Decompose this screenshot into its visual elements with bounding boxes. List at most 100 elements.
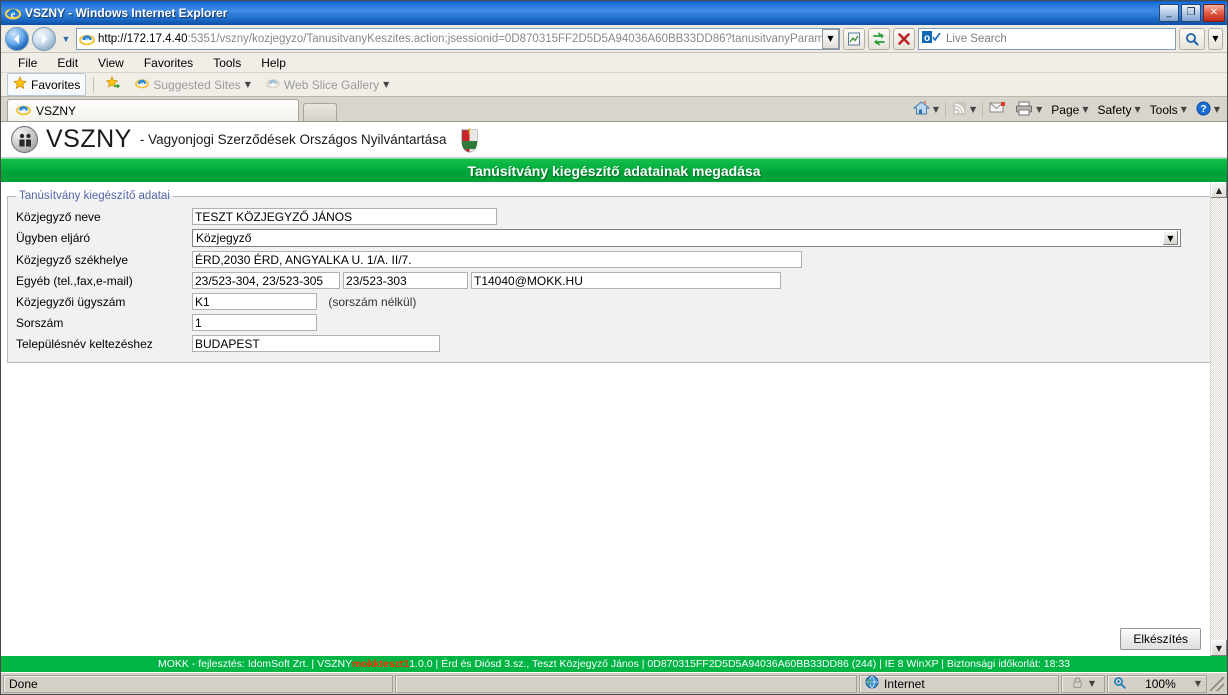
cell-notary-seat [192,249,1181,270]
svg-text:e: e [271,79,275,89]
zoom-control[interactable]: 100% ▼ [1107,674,1207,693]
url-dropdown-button[interactable]: ▼ [822,28,839,49]
footer-part2: 1.0.0 | Érd és Diósd 3.sz., Teszt Közjeg… [409,658,1071,670]
print-button[interactable]: ▼ [1012,100,1045,120]
suggested-sites-button[interactable]: e Suggested Sites ▼ [130,74,256,95]
star-icon [13,76,27,93]
maximize-button[interactable]: ❐ [1181,4,1201,22]
back-button[interactable] [5,26,29,51]
command-bar: ▼ ▼ ▼ Page ▼ Safety ▼ Tools ▼ ? ▼ [910,99,1223,120]
forward-button[interactable] [32,26,56,51]
form-row-notary-seat: Közjegyző székhelye [16,249,1181,270]
search-input[interactable]: Live Search [946,33,1007,45]
web-slice-gallery-button[interactable]: e Web Slice Gallery ▼ [261,74,394,95]
form-row-case-number: Közjegyzői ügyszám (sorszám nélkül) [16,291,1181,312]
security-zone[interactable]: Internet [859,674,1059,693]
contact-group [192,272,1181,289]
menu-item-tools[interactable]: Tools [204,54,250,72]
fieldset-legend: Tanúsítvány kiegészítő adatai [19,190,170,202]
form-row-city: Településnév keltezéshez [16,333,1181,354]
search-box[interactable]: o Live Search [918,27,1176,50]
menu-item-view[interactable]: View [89,54,133,72]
chevron-down-icon-zoom[interactable]: ▼ [1195,679,1201,688]
new-tab-button[interactable] [303,103,337,121]
tab-vszny[interactable]: e VSZNY [7,99,299,121]
compatibility-view-button[interactable] [843,27,865,50]
email-input[interactable] [471,272,781,289]
page-scrollbar[interactable]: ▲ ▼ [1210,182,1227,656]
chevron-down-icon-tools[interactable]: ▼ [1181,105,1187,114]
menu-item-edit[interactable]: Edit [48,54,87,72]
chevron-down-icon-page[interactable]: ▼ [1082,105,1088,114]
scroll-up-button[interactable]: ▲ [1211,182,1227,198]
svg-text:e: e [85,35,90,46]
form-row-notary-name: Közjegyző neve [16,206,1181,227]
menu-item-help[interactable]: Help [252,54,295,72]
help-menu-button[interactable]: ? ▼ [1193,100,1223,120]
mail-button[interactable] [986,100,1009,119]
action-row: Elkészítés [1120,628,1201,650]
resize-grip[interactable] [1210,676,1224,691]
chevron-down-icon[interactable]: ▼ [245,80,251,89]
ie-small-icon: e [135,76,150,93]
hungary-coat-of-arms-icon [461,127,478,153]
add-favorites-icon [106,76,121,93]
chevron-down-icon-feeds[interactable]: ▼ [970,105,976,114]
notary-name-input[interactable] [192,208,497,225]
scrollbar-track[interactable] [1211,198,1227,640]
search-provider-icon: o [922,30,942,47]
case-number-input[interactable] [192,293,317,310]
home-button[interactable]: ▼ [910,99,942,120]
stop-button[interactable] [893,27,915,50]
label-contact: Egyéb (tel.,fax,e-mail) [16,273,133,288]
search-dropdown-button[interactable]: ▼ [1208,27,1223,50]
cell-notary-name [192,206,1181,227]
tools-menu-label: Tools [1149,102,1178,117]
tools-menu-button[interactable]: Tools ▼ [1147,102,1190,118]
feeds-button[interactable]: ▼ [949,100,979,120]
favorites-button[interactable]: Favorites [7,73,87,96]
chevron-down-icon-help[interactable]: ▼ [1214,105,1220,114]
page-menu-button[interactable]: Page ▼ [1048,102,1091,118]
url-text[interactable]: http://172.17.4.40:5351/vszny/kozjegyzo/… [98,33,822,45]
cmdbar-divider-2 [982,101,984,118]
city-input[interactable] [192,335,440,352]
chevron-down-icon-safety[interactable]: ▼ [1135,105,1141,114]
chevron-down-icon-print[interactable]: ▼ [1036,105,1042,114]
menu-item-file[interactable]: File [9,54,46,72]
refresh-button[interactable] [868,27,890,50]
url-bar[interactable]: e http://172.17.4.40:5351/vszny/kozjegyz… [76,27,840,50]
page-title: Tanúsítvány kiegészítő adatainak megadás… [1,158,1227,182]
app-header: VSZNY - Vagyonjogi Szerződések Országos … [1,122,1227,158]
browser-status-bar: Done Internet ▼ 100% ▼ [1,672,1227,694]
phone-input[interactable] [192,272,340,289]
home-icon [912,100,931,119]
add-to-favorites-bar-button[interactable] [101,74,125,95]
acting-party-select[interactable]: Közjegyző ▼ [192,229,1181,247]
minimize-button[interactable]: _ [1159,4,1179,22]
chevron-down-icon-protected[interactable]: ▼ [1089,679,1095,688]
search-go-button[interactable] [1179,27,1205,50]
sequence-number-input[interactable] [192,314,317,331]
label-city: Településnév keltezéshez [16,336,153,351]
menu-item-favorites[interactable]: Favorites [135,54,202,72]
safety-menu-button[interactable]: Safety ▼ [1094,102,1143,118]
chevron-down-icon-2[interactable]: ▼ [383,80,389,89]
mail-icon [989,101,1006,118]
history-dropdown-icon[interactable]: ▼ [59,34,73,44]
form-row-contact: Egyéb (tel.,fax,e-mail) [16,270,1181,291]
notary-seat-input[interactable] [192,251,802,268]
cell-city [192,333,1181,354]
close-button[interactable]: ✕ [1203,4,1225,22]
protected-mode-indicator[interactable]: ▼ [1061,674,1105,693]
scroll-down-button[interactable]: ▼ [1211,640,1227,656]
vszny-logo-icon [11,126,38,153]
fax-input[interactable] [343,272,468,289]
submit-button[interactable]: Elkészítés [1120,628,1201,650]
cell-sequence-number [192,312,1181,333]
chevron-down-icon-select[interactable]: ▼ [1162,230,1179,246]
app-subtitle: - Vagyonjogi Szerződések Országos Nyilvá… [139,132,447,147]
printer-icon [1015,101,1033,119]
cell-case-number: (sorszám nélkül) [192,291,1181,312]
chevron-down-icon-home[interactable]: ▼ [933,105,939,114]
